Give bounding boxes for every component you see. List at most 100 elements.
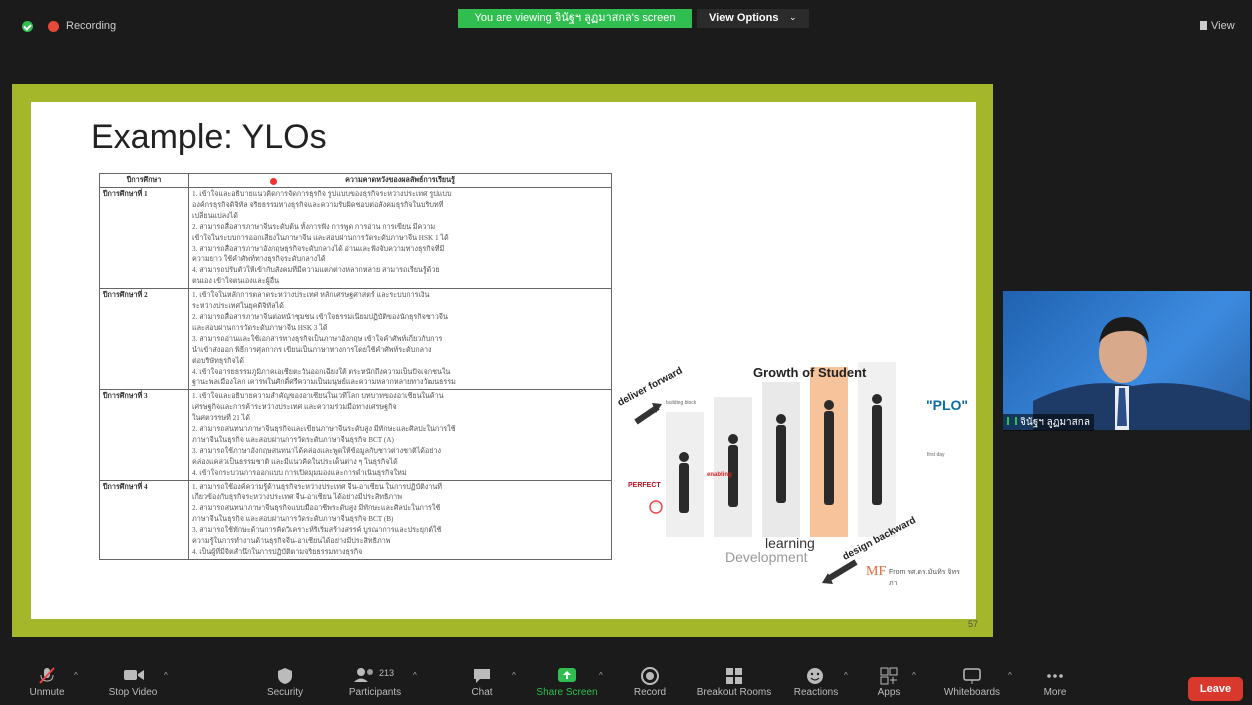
- development-label: Development: [725, 549, 808, 565]
- outcome-line: 1. เข้าใจและอธิบายแนวคิดการจัดการธุรกิจ …: [192, 190, 452, 198]
- student-figure: [824, 411, 834, 505]
- design-backward-arrow: [826, 559, 858, 582]
- chat-button[interactable]: Chat ^: [442, 657, 522, 705]
- more-button[interactable]: More: [1015, 657, 1095, 705]
- viewing-banner: You are viewing จินัฐฯ ลูฏมาสกล's screen: [458, 9, 692, 28]
- outcome-line: 3. สามารถใช้ภาษาอังกฤษสนทนาได้คล่องและพู…: [192, 446, 442, 455]
- outcome-line: เศรษฐกิจและการค้าระหว่างประเทศ และความร่…: [192, 403, 397, 412]
- video-camera-icon: [123, 667, 144, 683]
- participants-icon: 213: [353, 667, 397, 683]
- outcome-cell: 1. สามารถใช้องค์ความรู้ด้านธุรกิจระหว่าง…: [188, 479, 612, 560]
- whiteboard-icon: [962, 667, 982, 684]
- year-cell: ปีการศึกษาที่ 1: [99, 186, 189, 290]
- chevron-down-icon: ⌄: [789, 12, 797, 22]
- outcome-line: 4. สามารถปรับตัวให้เข้ากับสังคมที่มีความ…: [192, 266, 440, 275]
- signal-bars-icon: [1007, 417, 1017, 425]
- chevron-up-icon[interactable]: ^: [512, 671, 516, 680]
- outcome-line: 2. สามารถสนทนาภาษาจีนธุรกิจและเขียนภาษาจ…: [192, 425, 456, 434]
- view-button[interactable]: View: [1200, 20, 1235, 32]
- reactions-button[interactable]: Reactions ^: [776, 657, 856, 705]
- record-icon: [640, 667, 660, 685]
- year-cell: ปีการศึกษาที่ 2: [99, 288, 189, 391]
- view-layout-icon: [1200, 21, 1207, 30]
- chevron-up-icon[interactable]: ^: [912, 671, 916, 680]
- chevron-up-icon[interactable]: ^: [844, 671, 848, 680]
- outcome-line: เข้าใจในระบบการออกเสียงในภาษาจีน และสอบผ…: [192, 233, 449, 242]
- view-label: View: [1211, 20, 1235, 32]
- plo-label: "PLO": [926, 397, 969, 413]
- outcome-line: 2. สามารถสนทนาภาษาจีนธุรกิจแบบมืออาชีพระ…: [192, 504, 441, 513]
- unmute-button[interactable]: Unmute ^: [12, 657, 82, 705]
- whiteboards-button[interactable]: Whiteboards ^: [928, 657, 1016, 705]
- outcome-cell: 1. เข้าใจและอธิบายแนวคิดการจัดการธุรกิจ …: [188, 186, 612, 290]
- year-cell: ปีการศึกษาที่ 3: [99, 389, 189, 481]
- share-screen-button[interactable]: Share Screen ^: [527, 657, 607, 705]
- target-icon: [649, 500, 663, 514]
- stop-video-label: Stop Video: [108, 687, 158, 698]
- participants-button[interactable]: 213 Participants ^: [325, 657, 425, 705]
- breakout-rooms-label: Breakout Rooms: [696, 687, 772, 698]
- security-button[interactable]: Security: [245, 657, 325, 705]
- participant-video-tile[interactable]: [1003, 291, 1250, 430]
- student-figure: [824, 400, 834, 410]
- chevron-up-icon[interactable]: ^: [599, 671, 603, 680]
- share-screen-label: Share Screen: [536, 687, 598, 698]
- chat-bubble-icon: [472, 667, 492, 683]
- share-screen-icon: [557, 667, 577, 683]
- slide-number: 57: [968, 619, 979, 629]
- outcome-line: นำเข้าส่งออก พิธีการศุลกากร เขียนเป็นภาษ…: [192, 345, 432, 354]
- apps-icon: [879, 667, 899, 685]
- outcome-line: 2. สามารถสื่อสารภาษาจีนต่อหน้าชุมชน เข้า…: [192, 312, 448, 321]
- enabling-label: enabling: [707, 472, 732, 478]
- view-options-button[interactable]: View Options ⌄: [697, 9, 809, 28]
- growth-title: Growth of Student: [753, 365, 867, 380]
- participant-name: จินัฐฯ ลูฏมาสกล: [1020, 417, 1090, 428]
- view-options-label: View Options: [709, 12, 779, 24]
- participants-label: Participants: [348, 687, 402, 698]
- smiley-icon: [806, 667, 826, 684]
- outcome-line: ต่อบริษัทธุรกิจได้: [192, 356, 244, 365]
- first-day-label: first day: [927, 452, 945, 458]
- slide-title: Example: YLOs: [91, 118, 327, 156]
- apps-button[interactable]: Apps ^: [849, 657, 929, 705]
- security-shield-icon[interactable]: [22, 21, 33, 32]
- record-label: Record: [633, 687, 667, 698]
- outcome-line: 2. สามารถสื่อสารภาษาจีนระดับต้น ทั้งการฟ…: [192, 222, 436, 231]
- outcome-line: 3. สามารถใช้ทักษะด้านการคิดวิเคราะห์ริเร…: [192, 526, 442, 535]
- table-row: ปีการศึกษาที่ 1 1. เข้าใจและอธิบายแนวคิด…: [99, 186, 612, 290]
- outcome-line: 1. สามารถใช้องค์ความรู้ด้านธุรกิจระหว่าง…: [192, 482, 443, 491]
- outcome-line: 4. เข้าใจกระบวนการออกแบบ การเปิดมุมมองแล…: [192, 468, 407, 477]
- outcome-line: เปลี่ยนแปลงได้: [192, 211, 238, 220]
- student-figure: [776, 425, 786, 503]
- record-button[interactable]: Record: [610, 657, 690, 705]
- student-figure: [776, 414, 786, 424]
- chevron-up-icon[interactable]: ^: [74, 671, 78, 680]
- chevron-up-icon[interactable]: ^: [413, 671, 417, 680]
- outcome-line: 4. เข้าใจอารยธรรมภูมิภาคเอเชียตะวันออกเฉ…: [192, 367, 451, 376]
- chevron-up-icon[interactable]: ^: [1008, 671, 1012, 680]
- table-row: ปีการศึกษาที่ 4 1. สามารถใช้องค์ความรู้ด…: [99, 479, 612, 560]
- outcome-cell: 1. เข้าใจในหลักการตลาดระหว่างประเทศ หลัก…: [188, 288, 612, 391]
- leave-button[interactable]: Leave: [1188, 677, 1243, 701]
- mfu-logo-icon: MF: [866, 564, 886, 579]
- unmute-label: Unmute: [29, 687, 65, 698]
- breakout-rooms-button[interactable]: Breakout Rooms: [688, 657, 780, 705]
- more-label: More: [1043, 687, 1067, 698]
- microphone-muted-icon: [37, 667, 57, 684]
- outcome-line: 4. เป็นผู้ที่มีจิตสำนึกในการปฏิบัติตามจร…: [192, 548, 363, 556]
- recording-label[interactable]: Recording: [66, 20, 116, 32]
- student-figure: [872, 394, 882, 404]
- perfect-label: PERFECT: [628, 482, 661, 489]
- outcome-line: ระหว่างประเทศในยุคดิจิทัลได้: [192, 302, 284, 311]
- breakout-rooms-icon: [724, 667, 744, 684]
- outcome-line: ฐานะพลเมืองโลก เคารพในศักดิ์ศรีความเป็นม…: [192, 378, 456, 387]
- stop-video-button[interactable]: Stop Video ^: [92, 657, 174, 705]
- outcome-line: 1. เข้าใจในหลักการตลาดระหว่างประเทศ หลัก…: [192, 291, 430, 300]
- outcome-line: ภาษาจีนในธุรกิจ และสอบผ่านการวัดระดับภาษ…: [192, 435, 394, 444]
- outcome-line: 1. เข้าใจและอธิบายความสำคัญของอาเซียนในเ…: [192, 392, 444, 401]
- student-figure: [679, 463, 689, 513]
- meeting-top-bar: Recording You are viewing จินัฐฯ ลูฏมาสก…: [0, 0, 1252, 52]
- chevron-up-icon[interactable]: ^: [164, 671, 168, 680]
- participant-count: 213: [379, 668, 395, 678]
- outcome-line: ความรู้ในการทำงานด้านธุรกิจจีน-อาเซียนได…: [192, 537, 391, 546]
